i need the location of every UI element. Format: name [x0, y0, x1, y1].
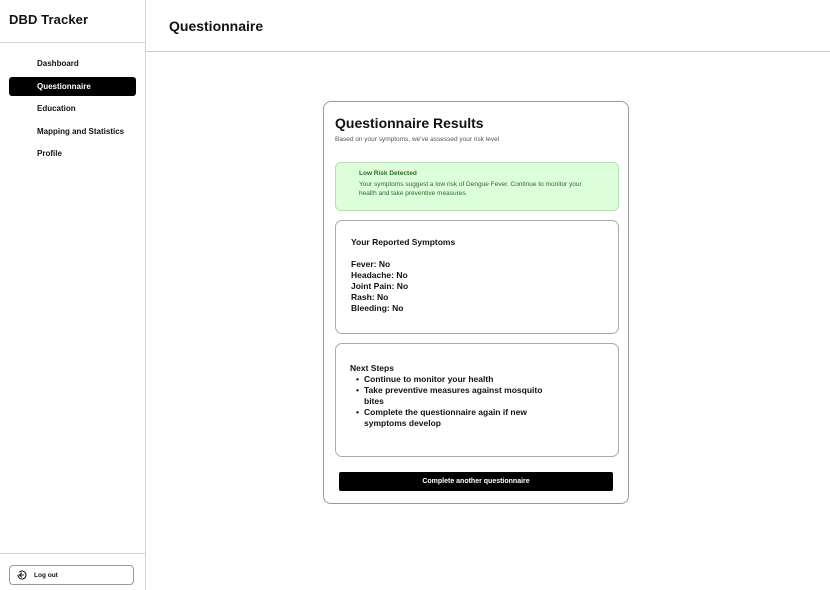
app-title: DBD Tracker	[9, 12, 89, 27]
sidebar-item-profile[interactable]: Profile	[9, 144, 136, 163]
symptom-headache: Headache: No	[351, 270, 408, 280]
next-step-item: Take preventive measures against mosquit…	[356, 385, 564, 407]
results-card: Questionnaire Results Based on your symp…	[323, 101, 629, 504]
symptom-joint-pain: Joint Pain: No	[351, 281, 409, 291]
sidebar-item-dashboard[interactable]: Dashboard	[9, 54, 136, 73]
risk-alert: Low Risk Detected Your symptoms suggest …	[335, 162, 619, 211]
next-steps-list: Continue to monitor your health Take pre…	[356, 374, 604, 429]
next-steps-panel: Next Steps Continue to monitor your heal…	[335, 343, 619, 457]
sidebar-nav: Dashboard Questionnaire Education Mappin…	[9, 54, 136, 167]
symptoms-panel: Your Reported Symptoms Fever: No Headach…	[335, 220, 619, 334]
logout-label: Log out	[34, 571, 58, 579]
sidebar-item-questionnaire[interactable]: Questionnaire	[9, 76, 136, 96]
sidebar-item-education[interactable]: Education	[9, 99, 136, 118]
risk-alert-text: Your symptoms suggest a low risk of Deng…	[359, 181, 582, 198]
symptoms-heading: Your Reported Symptoms	[351, 237, 456, 247]
complete-another-questionnaire-button[interactable]: Complete another questionnaire	[339, 472, 613, 491]
results-subtitle: Based on your symptoms, we've assessed y…	[335, 136, 500, 143]
results-title: Questionnaire Results	[335, 115, 484, 131]
next-step-item: Complete the questionnaire again if new …	[356, 407, 564, 429]
logout-icon	[17, 570, 27, 580]
sidebar-divider	[0, 42, 146, 43]
symptom-rash: Rash: No	[351, 292, 389, 302]
symptom-fever: Fever: No	[351, 259, 391, 269]
symptom-bleeding: Bleeding: No	[351, 303, 404, 313]
logout-button[interactable]: Log out	[9, 565, 134, 585]
next-step-item: Continue to monitor your health	[356, 374, 564, 385]
top-bar: Questionnaire	[146, 0, 830, 52]
risk-alert-title: Low Risk Detected	[359, 170, 417, 177]
sidebar-item-mapping-and-statistics[interactable]: Mapping and Statistics	[9, 122, 136, 141]
sidebar: DBD Tracker Dashboard Questionnaire Educ…	[0, 0, 146, 590]
next-steps-heading: Next Steps	[350, 363, 394, 373]
page-title: Questionnaire	[169, 18, 264, 34]
sidebar-bottom-divider	[0, 553, 146, 554]
